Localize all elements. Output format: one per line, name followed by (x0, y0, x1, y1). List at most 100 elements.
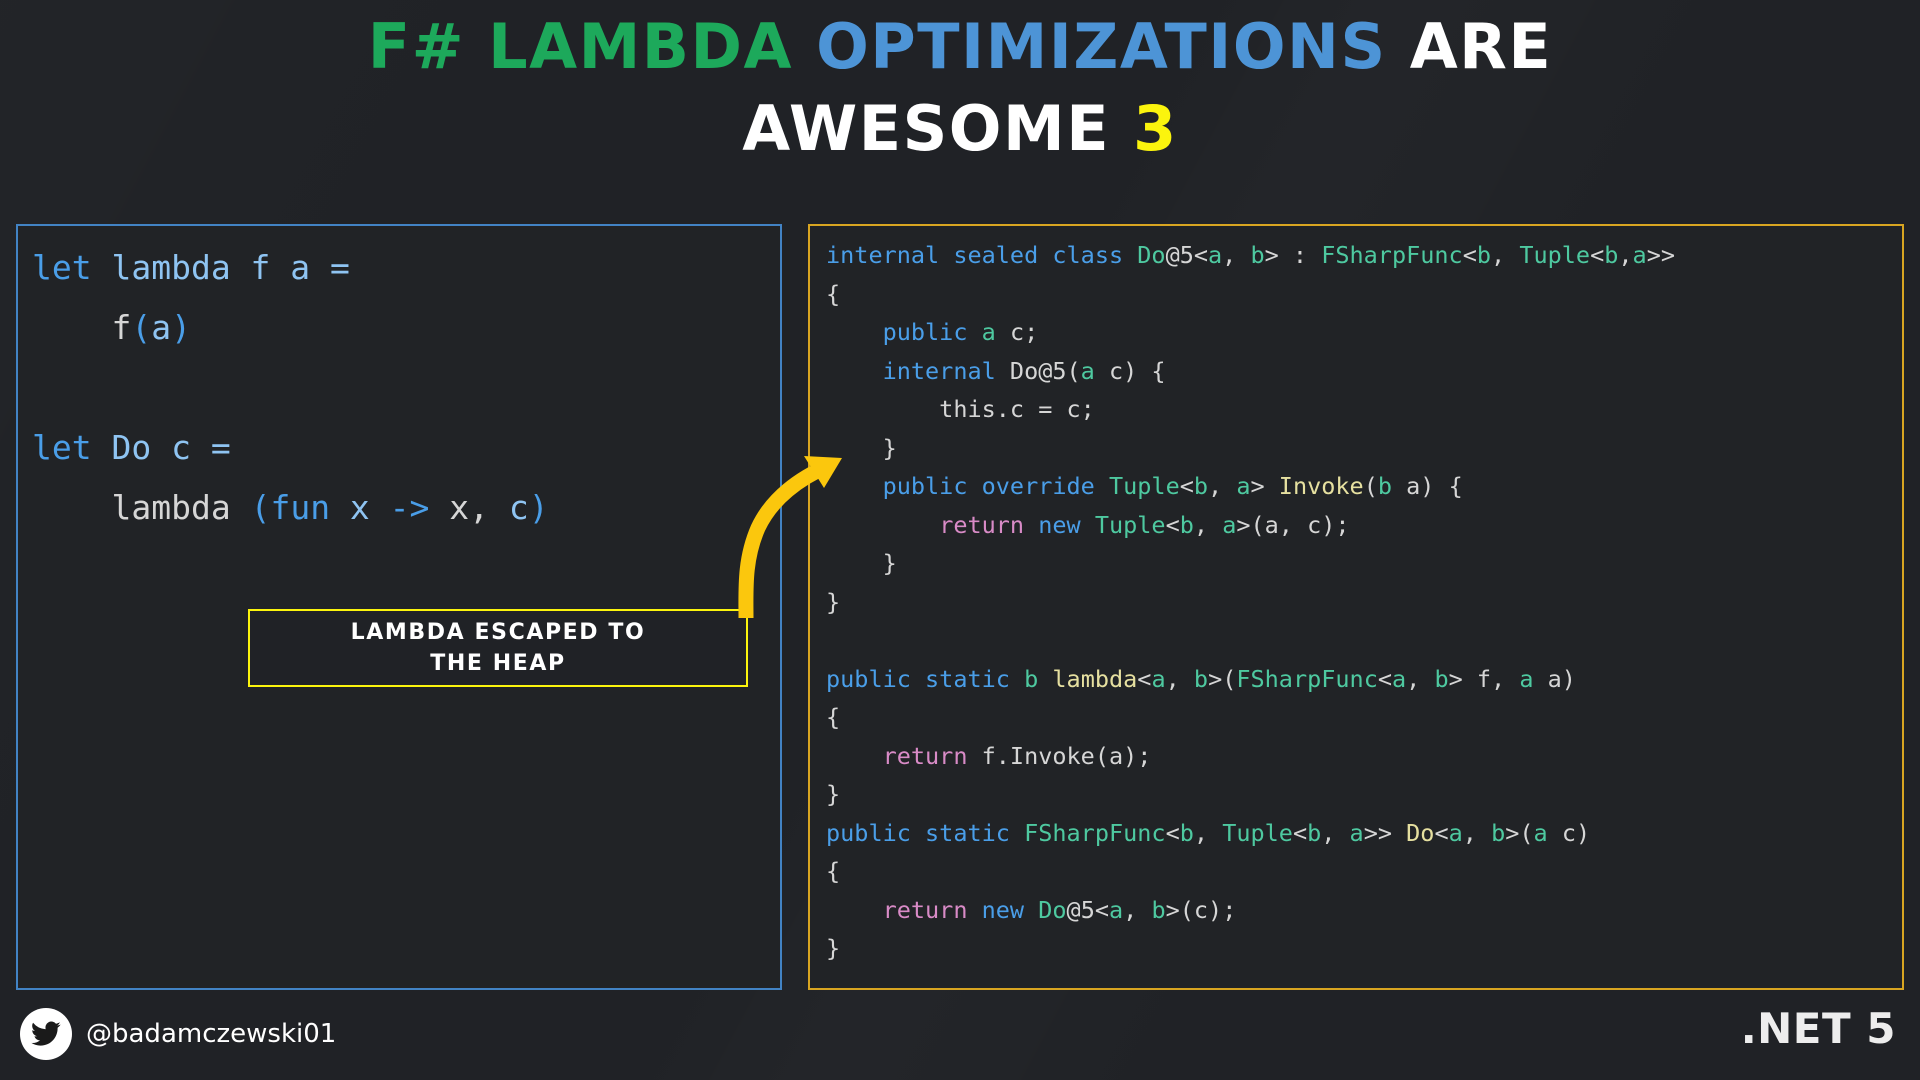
csharp-code-token (1081, 511, 1095, 539)
fsharp-code-token: ( (250, 488, 271, 527)
csharp-code-token: < (1179, 472, 1194, 500)
csharp-code-token (1010, 819, 1024, 847)
csharp-code-token: a (1080, 356, 1095, 385)
csharp-code-token: < (1165, 510, 1180, 539)
csharp-code-token: { (826, 279, 841, 308)
callout-line-1: LAMBDA ESCAPED TO (350, 619, 646, 645)
csharp-code-token: ( (1363, 472, 1378, 500)
csharp-code-token: < (1193, 241, 1209, 269)
slide-root: F# LAMBDA OPTIMIZATIONS ARE AWESOME 3 le… (0, 0, 1920, 1080)
csharp-code-token: Do@5( (995, 356, 1081, 385)
csharp-code-token (1024, 511, 1038, 539)
csharp-code-token: < (1434, 818, 1449, 847)
csharp-code-line: } (826, 429, 1902, 468)
csharp-code-token: Tuple (1108, 472, 1180, 500)
csharp-code-token: >( (1505, 818, 1534, 847)
csharp-code-token: b (1491, 818, 1506, 847)
csharp-code-line: public static FSharpFunc<b, Tuple<b, a>>… (826, 814, 1902, 853)
fsharp-code-token: x (330, 488, 390, 527)
csharp-code-token (1038, 665, 1052, 693)
fsharp-code-token: fun (270, 488, 331, 527)
csharp-code-token: a (1349, 818, 1364, 847)
csharp-code-token: a (1632, 241, 1647, 269)
csharp-code-token (826, 896, 883, 924)
twitter-icon[interactable] (20, 1008, 72, 1060)
csharp-code-token: a (1533, 818, 1548, 847)
title-part-awesome: AWESOME (742, 92, 1111, 166)
csharp-code-token: >> (1646, 241, 1675, 269)
fsharp-code-panel[interactable]: let lambda f a = f(a) let Do c = lambda … (16, 224, 782, 990)
fsharp-code-token: -> (389, 488, 430, 527)
fsharp-code-token: lambda f a = (91, 248, 350, 287)
csharp-code-line: return new Do@5<a, b>(c); (826, 891, 1902, 930)
csharp-code-line: internal Do@5(a c) { (826, 352, 1902, 391)
csharp-code-line: { (826, 698, 1902, 737)
fsharp-code-token: Do c = (91, 428, 231, 467)
fsharp-code-token: a (151, 308, 172, 347)
csharp-code-token: a (1392, 664, 1407, 693)
csharp-code-token: return (882, 741, 968, 770)
csharp-code-token: Do (1406, 818, 1435, 847)
csharp-code-token: f.Invoke(a); (967, 741, 1152, 770)
csharp-code-token: , (1165, 664, 1194, 693)
fsharp-code-token: ( (131, 308, 152, 347)
twitter-handle-group[interactable]: @badamczewski01 (20, 1008, 336, 1060)
fsharp-code-line: lambda (fun x -> x, c) (32, 478, 780, 538)
csharp-code-token: b (1250, 241, 1265, 269)
fsharp-code-token: ) (528, 488, 549, 527)
csharp-code-token: FSharpFunc (1321, 241, 1463, 269)
csharp-code-token (826, 472, 883, 500)
csharp-code-token (967, 318, 981, 346)
csharp-code-token: , (1618, 241, 1633, 269)
fsharp-code-token: x, (429, 488, 509, 527)
fsharp-code-block: let lambda f a = f(a) let Do c = lambda … (18, 226, 780, 538)
csharp-code-token: b (1179, 510, 1194, 539)
csharp-code-line: { (826, 852, 1902, 891)
csharp-decompiled-code-panel[interactable]: internal sealed class Do@5<a, b> : FShar… (808, 224, 1904, 990)
csharp-code-token: > : (1264, 241, 1322, 269)
csharp-code-token: @5< (1066, 895, 1109, 924)
csharp-code-token: new (1038, 510, 1081, 539)
title-line-2: AWESOME 3 (0, 88, 1920, 170)
csharp-code-token: lambda (1052, 664, 1138, 693)
csharp-code-line: } (826, 929, 1902, 968)
csharp-code-token: internal sealed class (826, 241, 1138, 269)
csharp-code-line: return f.Invoke(a); (826, 737, 1902, 776)
fsharp-code-line: f(a) (32, 298, 780, 358)
csharp-code-token: this.c = c; (826, 395, 1095, 423)
callout-line-2: THE HEAP (430, 651, 566, 676)
csharp-code-token: , (1491, 241, 1520, 269)
csharp-code-token: new (981, 895, 1025, 924)
csharp-code-line: { (826, 275, 1902, 314)
csharp-code-token: , (1123, 895, 1152, 924)
csharp-code-token: FSharpFunc (1024, 818, 1166, 847)
title-part-number: 3 (1133, 92, 1178, 166)
csharp-code-token: Do (1137, 241, 1166, 269)
fsharp-code-token: ) (171, 308, 191, 347)
footer: @badamczewski01 .NET 5 (0, 992, 1920, 1080)
csharp-code-token: } (826, 433, 897, 462)
csharp-code-token: Do (1038, 895, 1067, 924)
csharp-code-line: internal sealed class Do@5<a, b> : FShar… (826, 236, 1902, 275)
csharp-code-token: b (1604, 241, 1619, 269)
csharp-code-token (1024, 896, 1038, 924)
csharp-code-token (1095, 472, 1109, 500)
callout-lambda-escaped: LAMBDA ESCAPED TO THE HEAP (248, 609, 748, 687)
csharp-code-token: >( (1208, 664, 1237, 693)
csharp-code-token: b (1434, 664, 1449, 693)
csharp-code-token: } (826, 587, 841, 616)
csharp-code-token: { (826, 703, 841, 731)
csharp-code-token (826, 511, 939, 539)
csharp-code-token (826, 742, 883, 770)
csharp-code-token: > (1250, 472, 1279, 500)
callout-text: LAMBDA ESCAPED TO THE HEAP (351, 617, 646, 679)
fsharp-code-token (32, 308, 111, 347)
csharp-code-token: > f, (1448, 664, 1520, 693)
fsharp-code-token: let (32, 428, 92, 467)
fsharp-code-line: let lambda f a = (32, 238, 780, 298)
csharp-code-token: a (1208, 241, 1223, 269)
csharp-code-token (826, 357, 883, 385)
csharp-code-token: , (1208, 472, 1237, 500)
csharp-code-token: >> (1363, 818, 1407, 847)
csharp-code-line: } (826, 583, 1902, 622)
